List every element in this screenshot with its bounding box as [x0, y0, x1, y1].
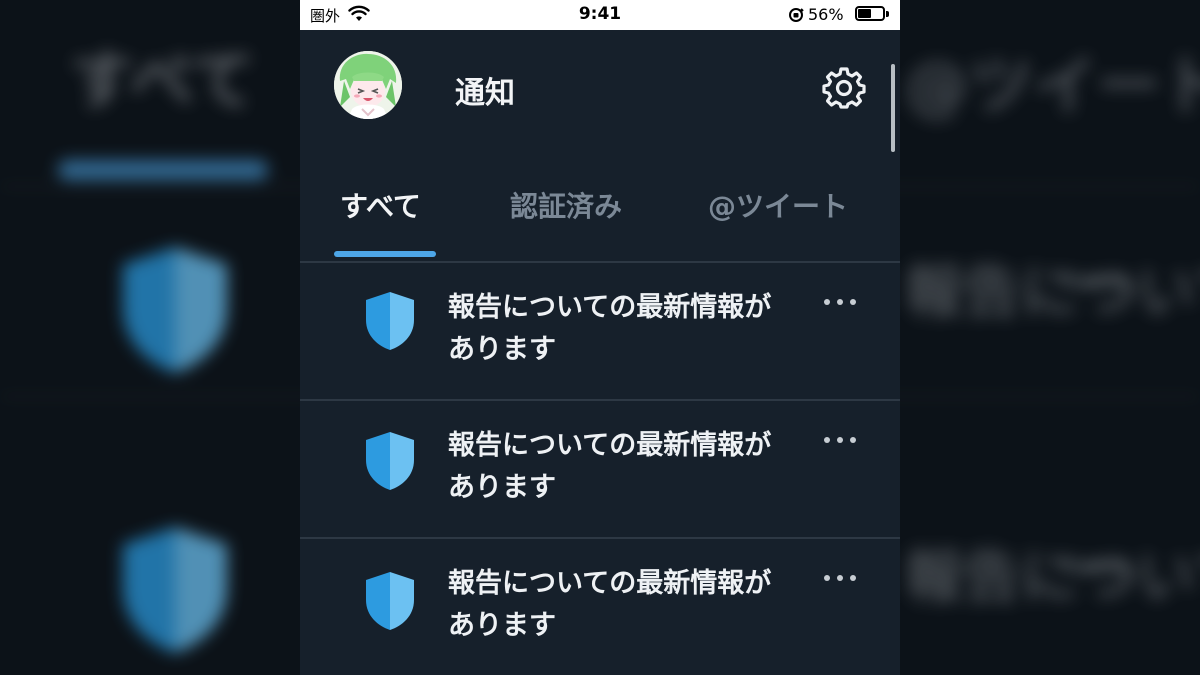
- notification-text-line1: 報告についての最新情報が: [448, 568, 772, 599]
- notification-text-line2: あります: [448, 472, 556, 503]
- notification-text-line2: あります: [448, 334, 556, 365]
- shield-icon: [366, 292, 414, 350]
- tab-bar: すべて 認証済み @ツイート: [300, 145, 900, 261]
- battery-cap: [886, 11, 889, 17]
- notification-text: 報告についての最新情報が あります: [448, 287, 818, 371]
- phone-screen: 圏外 9:41 56% 通知 すべて 認証済み @ツイート 報告についての最新情…: [300, 0, 900, 675]
- avatar[interactable]: [334, 51, 402, 119]
- notification-text-line1: 報告についての最新情報が: [448, 292, 772, 323]
- rotation-lock-icon: [789, 8, 804, 22]
- anime-character-avatar-icon: [334, 51, 402, 119]
- status-bar: 圏外 9:41 56%: [300, 0, 900, 30]
- scrollbar[interactable]: [891, 64, 895, 152]
- gear-icon[interactable]: [822, 66, 866, 110]
- list-item[interactable]: 報告についての最新情報が あります: [300, 401, 900, 539]
- page-title: 通知: [455, 76, 515, 111]
- tab-mentions[interactable]: @ツイート: [708, 185, 848, 225]
- notification-text-line1: 報告についての最新情報が: [448, 430, 772, 461]
- list-item[interactable]: 報告についての最新情報が あります: [300, 539, 900, 675]
- list-item[interactable]: 報告についての最新情報が あります: [300, 263, 900, 401]
- shield-icon: [366, 432, 414, 490]
- shield-icon: [366, 572, 414, 630]
- tab-all[interactable]: すべて: [340, 185, 421, 225]
- more-options-icon[interactable]: [822, 431, 862, 451]
- battery-level: [858, 9, 871, 18]
- notification-text-line2: あります: [448, 610, 556, 641]
- more-options-icon[interactable]: [822, 293, 862, 313]
- notification-text: 報告についての最新情報が あります: [448, 563, 818, 647]
- more-options-icon[interactable]: [822, 569, 862, 589]
- battery-percent: 56%: [808, 5, 844, 24]
- notification-text: 報告についての最新情報が あります: [448, 425, 818, 509]
- active-tab-indicator: [334, 251, 436, 257]
- header: 通知: [300, 30, 900, 152]
- tab-verified[interactable]: 認証済み: [510, 185, 622, 225]
- battery-icon: [855, 6, 885, 21]
